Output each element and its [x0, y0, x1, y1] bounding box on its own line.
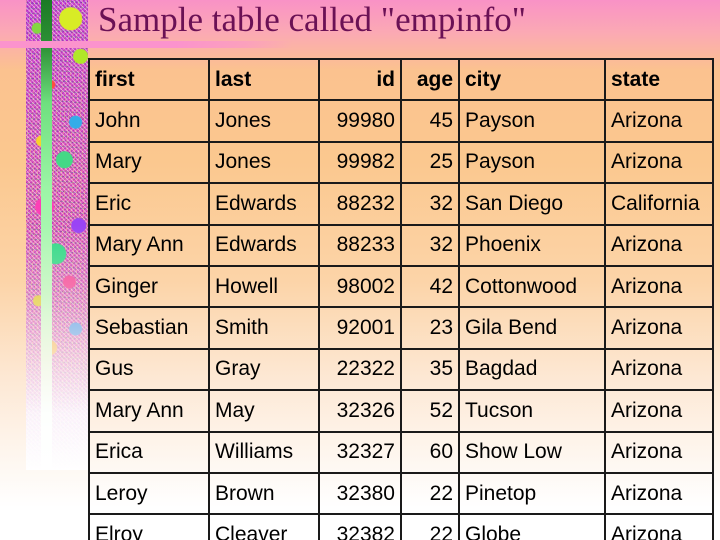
cell-age: 42: [400, 264, 460, 309]
cell-age: 60: [400, 430, 460, 474]
cell-state: Arizona: [604, 347, 714, 392]
cell-first: John: [88, 99, 210, 143]
cell-age: 25: [400, 140, 460, 185]
cell-last: Cleaver: [208, 513, 320, 540]
cell-age: 22: [400, 513, 460, 540]
cell-age: 52: [400, 389, 460, 433]
cell-state: Arizona: [604, 306, 714, 350]
cell-last: May: [208, 389, 320, 433]
cell-first: Mary Ann: [88, 223, 210, 267]
cell-age: 45: [400, 99, 460, 143]
column-header-last: last: [208, 57, 320, 102]
cell-last: Edwards: [208, 182, 320, 226]
cell-id: 32326: [318, 389, 402, 433]
cell-last: Gray: [208, 347, 320, 392]
table-row: Leroy Brown 32380 22 Pinetop Arizona: [88, 471, 714, 516]
table-row: Elroy Cleaver 32382 22 Globe Arizona: [88, 513, 714, 540]
cell-last: Williams: [208, 430, 320, 474]
cell-first: Mary: [88, 140, 210, 185]
cell-state: Arizona: [604, 99, 714, 143]
page-title: Sample table called "empinfo": [98, 0, 527, 39]
table-row: Mary Ann Edwards 88233 32 Phoenix Arizona: [88, 223, 714, 267]
cell-id: 22322: [318, 347, 402, 392]
cell-first: Erica: [88, 430, 210, 474]
cell-last: Jones: [208, 99, 320, 143]
cell-first: Ginger: [88, 264, 210, 309]
table-body: John Jones 99980 45 Payson Arizona Mary Jones 99…: [88, 99, 714, 540]
cell-city: Globe: [458, 513, 606, 540]
cell-id: 99980: [318, 99, 402, 143]
cell-state: Arizona: [604, 223, 714, 267]
cell-id: 88233: [318, 223, 402, 267]
cell-state: Arizona: [604, 264, 714, 309]
cell-last: Howell: [208, 264, 320, 309]
cell-city: San Diego: [458, 182, 606, 226]
cell-last: Brown: [208, 471, 320, 516]
cell-id: 32327: [318, 430, 402, 474]
cell-id: 92001: [318, 306, 402, 350]
table-row: Mary Ann May 32326 52 Tucson Arizona: [88, 389, 714, 433]
column-header-state: state: [604, 57, 714, 102]
cell-first: Leroy: [88, 471, 210, 516]
column-header-first: first: [88, 57, 210, 102]
cell-id: 88232: [318, 182, 402, 226]
column-header-age: age: [400, 57, 460, 102]
table-row: John Jones 99980 45 Payson Arizona: [88, 99, 714, 143]
cell-city: Gila Bend: [458, 306, 606, 350]
table-row: Sebastian Smith 92001 23 Gila Bend Arizona: [88, 306, 714, 350]
cell-first: Eric: [88, 182, 210, 226]
cell-city: Payson: [458, 140, 606, 185]
cell-first: Sebastian: [88, 306, 210, 350]
cell-state: Arizona: [604, 513, 714, 540]
cell-age: 32: [400, 223, 460, 267]
slide-canvas: Sample table called "empinfo" first last i…: [0, 0, 720, 540]
cell-last: Jones: [208, 140, 320, 185]
cell-city: Bagdad: [458, 347, 606, 392]
pink-accent-bar: [0, 41, 292, 48]
cell-city: Payson: [458, 99, 606, 143]
table-header-row: first last id age city state: [88, 57, 714, 102]
cell-age: 23: [400, 306, 460, 350]
cell-id: 32382: [318, 513, 402, 540]
cell-first: Elroy: [88, 513, 210, 540]
cell-state: Arizona: [604, 140, 714, 185]
texture-fade-overlay: [26, 0, 88, 470]
cell-age: 22: [400, 471, 460, 516]
empinfo-table-container: first last id age city state John Jones 99980 45…: [88, 57, 714, 540]
cell-city: Tucson: [458, 389, 606, 433]
cell-age: 32: [400, 182, 460, 226]
cell-id: 32380: [318, 471, 402, 516]
cell-last: Edwards: [208, 223, 320, 267]
table-row: Ginger Howell 98002 42 Cottonwood Arizona: [88, 264, 714, 309]
cell-last: Smith: [208, 306, 320, 350]
cell-first: Gus: [88, 347, 210, 392]
cell-first: Mary Ann: [88, 389, 210, 433]
cell-state: California: [604, 182, 714, 226]
cell-city: Phoenix: [458, 223, 606, 267]
cell-id: 98002: [318, 264, 402, 309]
cell-city: Cottonwood: [458, 264, 606, 309]
table-row: Eric Edwards 88232 32 San Diego California: [88, 182, 714, 226]
column-header-city: city: [458, 57, 606, 102]
table-row: Gus Gray 22322 35 Bagdad Arizona: [88, 347, 714, 392]
table-row: Erica Williams 32327 60 Show Low Arizona: [88, 430, 714, 474]
cell-city: Pinetop: [458, 471, 606, 516]
cell-id: 99982: [318, 140, 402, 185]
empinfo-table: first last id age city state John Jones 99980 45…: [88, 57, 714, 540]
cell-age: 35: [400, 347, 460, 392]
cell-state: Arizona: [604, 471, 714, 516]
cell-state: Arizona: [604, 389, 714, 433]
column-header-id: id: [318, 57, 402, 102]
cell-city: Show Low: [458, 430, 606, 474]
cell-state: Arizona: [604, 430, 714, 474]
multicolor-texture-graphic: [26, 0, 88, 470]
table-row: Mary Jones 99982 25 Payson Arizona: [88, 140, 714, 185]
